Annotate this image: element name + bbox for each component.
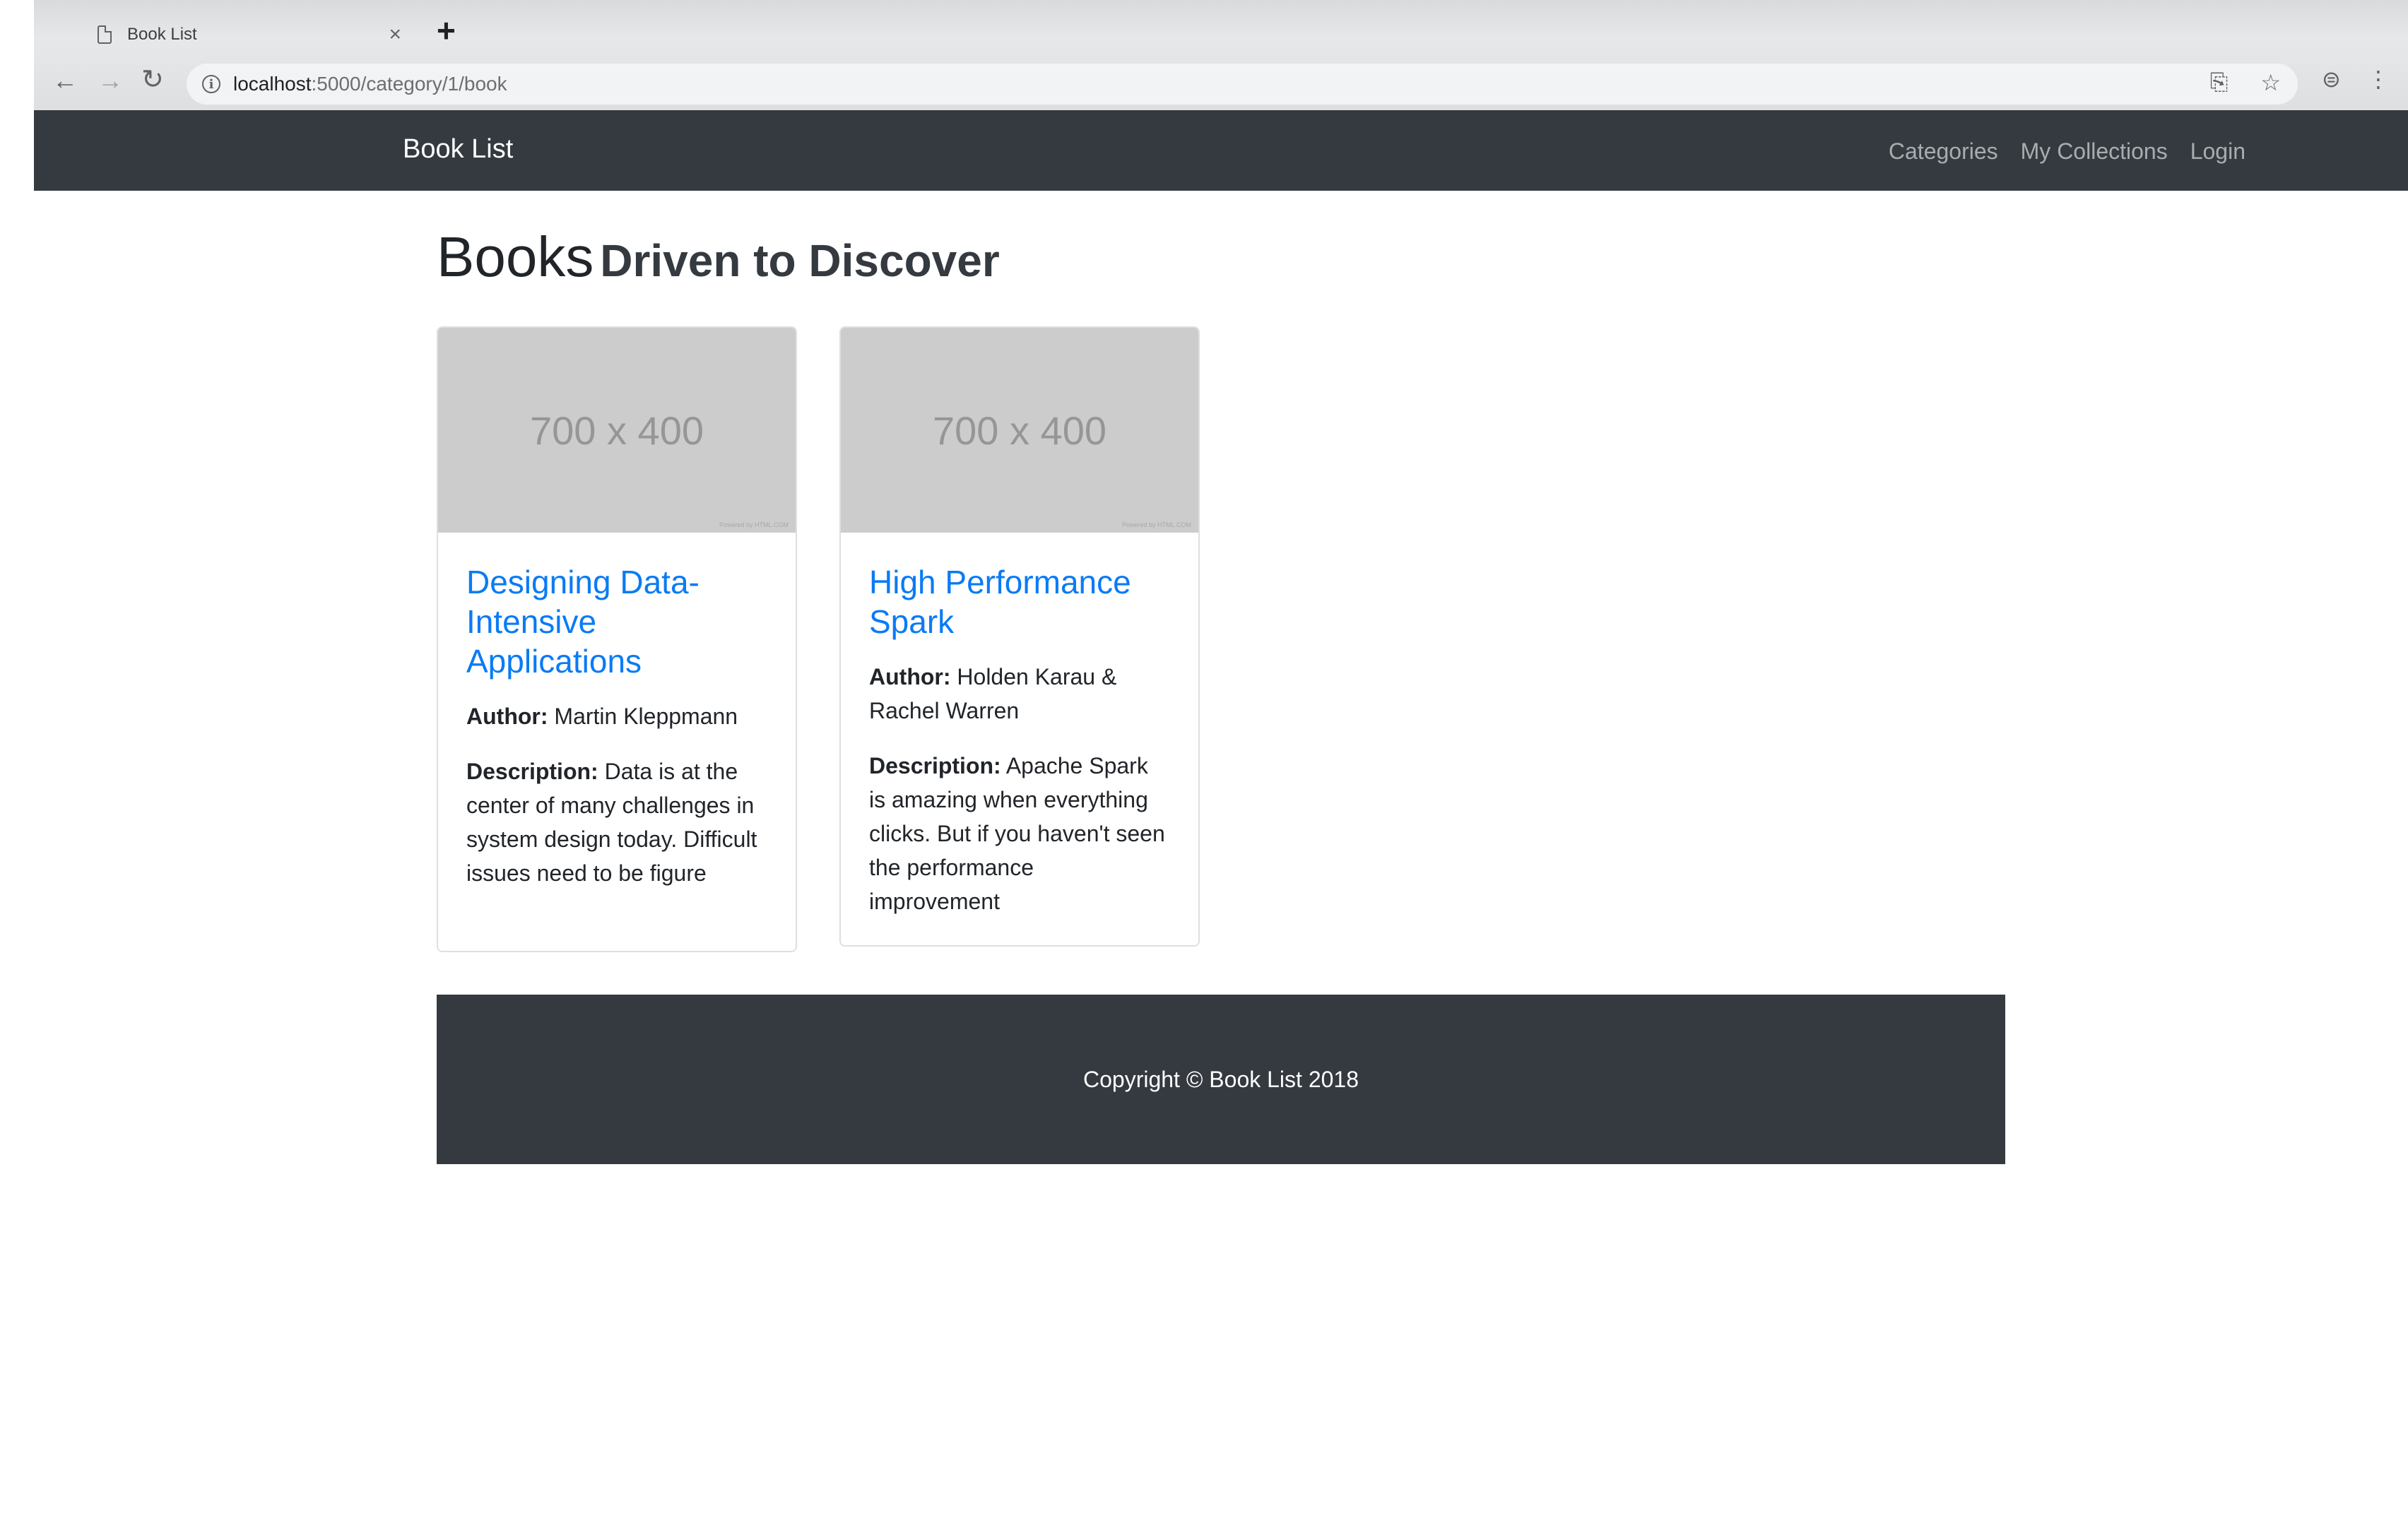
book-card: 700 x 400 Powered by HTML.COM Designing … xyxy=(437,326,797,952)
kebab-menu-icon[interactable]: ⋮ xyxy=(2367,68,2390,90)
forward-arrow-icon[interactable]: → xyxy=(98,68,123,93)
bookmark-star-icon[interactable]: ☆ xyxy=(2260,69,2281,96)
nav-link-login[interactable]: Login xyxy=(2190,138,2245,165)
navbar-brand[interactable]: Book List xyxy=(403,134,513,165)
book-author: Author: Martin Kleppmann xyxy=(466,704,738,729)
copyright-text: Copyright © Book List 2018 xyxy=(1082,1066,1359,1092)
page-title: Books Driven to Discover xyxy=(437,225,1000,288)
translate-icon[interactable]: ⎘ xyxy=(2210,69,2229,96)
page-icon xyxy=(98,25,112,44)
book-title-link[interactable]: Designing Data-Intensive Applications xyxy=(466,562,767,681)
url-text[interactable]: localhost:5000/category/1/book xyxy=(233,73,507,95)
site-footer: Copyright © Book List 2018 xyxy=(437,995,2005,1164)
nav-link-categories[interactable]: Categories xyxy=(1889,138,1998,165)
book-card: 700 x 400 Powered by HTML.COM High Perfo… xyxy=(839,326,1200,947)
book-author: Author: Holden Karau & Rachel Warren xyxy=(869,664,1117,723)
navbar-links: Categories My Collections Login xyxy=(1889,138,2245,165)
page-subtitle: Driven to Discover xyxy=(600,235,1000,286)
back-arrow-icon[interactable]: ← xyxy=(52,68,78,93)
address-bar[interactable]: i localhost:5000/category/1/book ⎘ ☆ xyxy=(187,64,2298,105)
new-tab-icon[interactable]: + xyxy=(437,14,456,47)
info-icon[interactable]: i xyxy=(202,75,220,93)
close-tab-icon[interactable]: × xyxy=(389,24,401,45)
book-cover-placeholder[interactable]: 700 x 400 Powered by HTML.COM xyxy=(438,328,796,533)
browser-tab[interactable]: Book List × xyxy=(76,13,415,57)
book-description: Description: Data is at the center of ma… xyxy=(466,759,757,886)
tab-title: Book List xyxy=(127,25,197,44)
book-title-link[interactable]: High Performance Spark xyxy=(869,562,1170,641)
reload-icon[interactable]: ↻ xyxy=(141,66,164,93)
extension-icon[interactable]: ⊜ xyxy=(2322,68,2341,90)
nav-link-my-collections[interactable]: My Collections xyxy=(2021,138,2168,165)
book-cover-placeholder[interactable]: 700 x 400 Powered by HTML.COM xyxy=(841,328,1198,533)
book-description: Description: Apache Spark is amazing whe… xyxy=(869,753,1165,914)
